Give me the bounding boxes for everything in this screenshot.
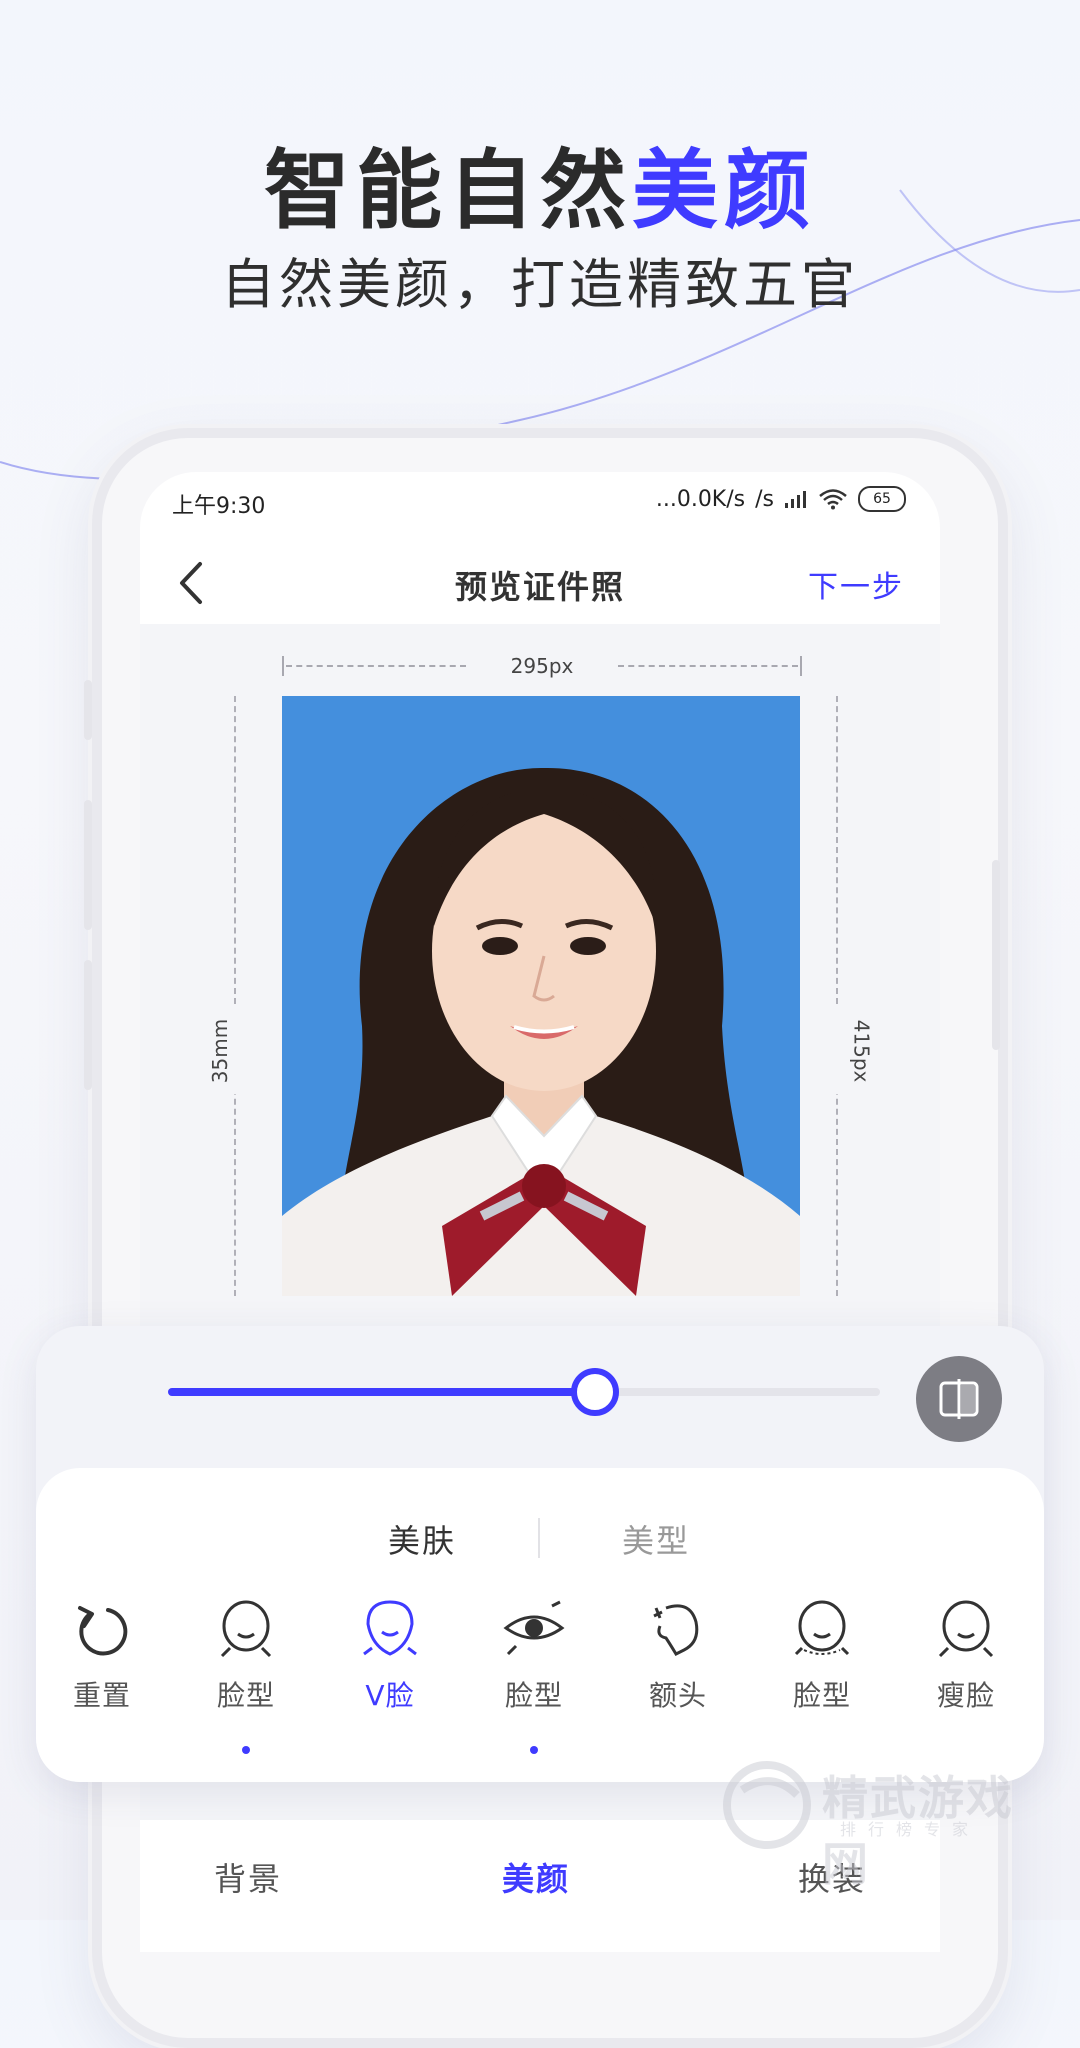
tool-v-face[interactable]: V脸: [330, 1598, 450, 1714]
status-time: 上午9:30: [172, 494, 266, 519]
width-dimension: 295px: [282, 654, 802, 678]
slim-face-icon: [938, 1600, 994, 1658]
network-speed: ...0.0K/s: [655, 486, 746, 512]
height-px-label: 415px: [849, 1019, 874, 1083]
reset-icon: [78, 1606, 128, 1656]
status-bar: 上午9:30 ...0.0K/s/s 65: [140, 472, 940, 532]
id-photo: [282, 696, 800, 1296]
phone-side-button: [84, 680, 92, 740]
beauty-panel: 美肤 美型 重置 脸型 V脸 脸型 额头 脸型 瘦脸: [36, 1326, 1044, 1782]
phone-side-button: [84, 960, 92, 1090]
hero-title: 智能自然美颜: [0, 120, 1080, 245]
hero-subtitle: 自然美颜，打造精致五官: [221, 253, 859, 316]
hero-title-main: 智能自然: [264, 141, 632, 241]
phone-side-button: [992, 860, 1000, 1050]
tool-slim-face[interactable]: 瘦脸: [906, 1598, 1026, 1714]
status-indicators: ...0.0K/s/s 65: [656, 486, 906, 512]
tool-label: 脸型: [504, 1679, 563, 1712]
phone-side-button: [84, 800, 92, 930]
tool-face-shape[interactable]: 脸型: [186, 1598, 306, 1754]
signal-icon: [785, 491, 806, 508]
eye-icon: [503, 1600, 565, 1656]
tab-shape[interactable]: 美型: [622, 1516, 690, 1562]
next-step-button[interactable]: 下一步: [808, 562, 904, 606]
tool-label: V脸: [365, 1679, 415, 1712]
slider-thumb[interactable]: [571, 1368, 619, 1416]
height-dimension-line: [836, 696, 838, 1296]
network-speed-unit: /s: [755, 486, 774, 512]
tool-label: 额头: [648, 1679, 707, 1712]
tool-label: 瘦脸: [936, 1679, 995, 1712]
beauty-tools-panel: 美肤 美型 重置 脸型 V脸 脸型 额头 脸型 瘦脸: [36, 1468, 1044, 1782]
width-label: 295px: [510, 654, 574, 678]
compare-button[interactable]: [916, 1356, 1002, 1442]
wifi-icon: [819, 489, 847, 510]
tab-background[interactable]: 背景: [214, 1854, 282, 1900]
compare-icon: [939, 1379, 979, 1419]
watermark-subtext: 排行榜专家: [840, 1820, 981, 1839]
face-shape-icon: [220, 1600, 272, 1658]
tool-forehead[interactable]: 额头: [618, 1598, 738, 1714]
tool-face-narrow[interactable]: 脸型: [762, 1598, 882, 1714]
height-mm-label: 35mm: [208, 1018, 233, 1084]
tool-active-dot: [530, 1746, 538, 1754]
hero-title-accent: 美颜: [632, 141, 816, 241]
watermark-logo: [723, 1761, 811, 1849]
portrait-image: [282, 767, 800, 1296]
forehead-icon: [653, 1604, 699, 1656]
v-face-icon: [363, 1600, 417, 1656]
tool-label: 脸型: [216, 1679, 275, 1712]
battery-icon: 65: [858, 486, 906, 512]
watermark: 精武游戏网 排行榜专家: [712, 1750, 1052, 1891]
intensity-slider[interactable]: [168, 1368, 880, 1416]
tab-skin[interactable]: 美肤: [388, 1516, 456, 1562]
tool-reset[interactable]: 重置: [42, 1598, 162, 1714]
height-dimension-line: [234, 696, 236, 1296]
tool-label: 脸型: [792, 1679, 851, 1712]
tab-beauty[interactable]: 美颜: [502, 1854, 570, 1900]
segment-divider: [538, 1518, 540, 1558]
slider-fill: [168, 1388, 595, 1396]
navbar: 预览证件照 下一步: [140, 538, 940, 628]
tool-active-dot: [242, 1746, 250, 1754]
face-narrow-icon: [794, 1600, 850, 1656]
tool-eye[interactable]: 脸型: [474, 1598, 594, 1754]
tool-label: 重置: [72, 1679, 131, 1712]
